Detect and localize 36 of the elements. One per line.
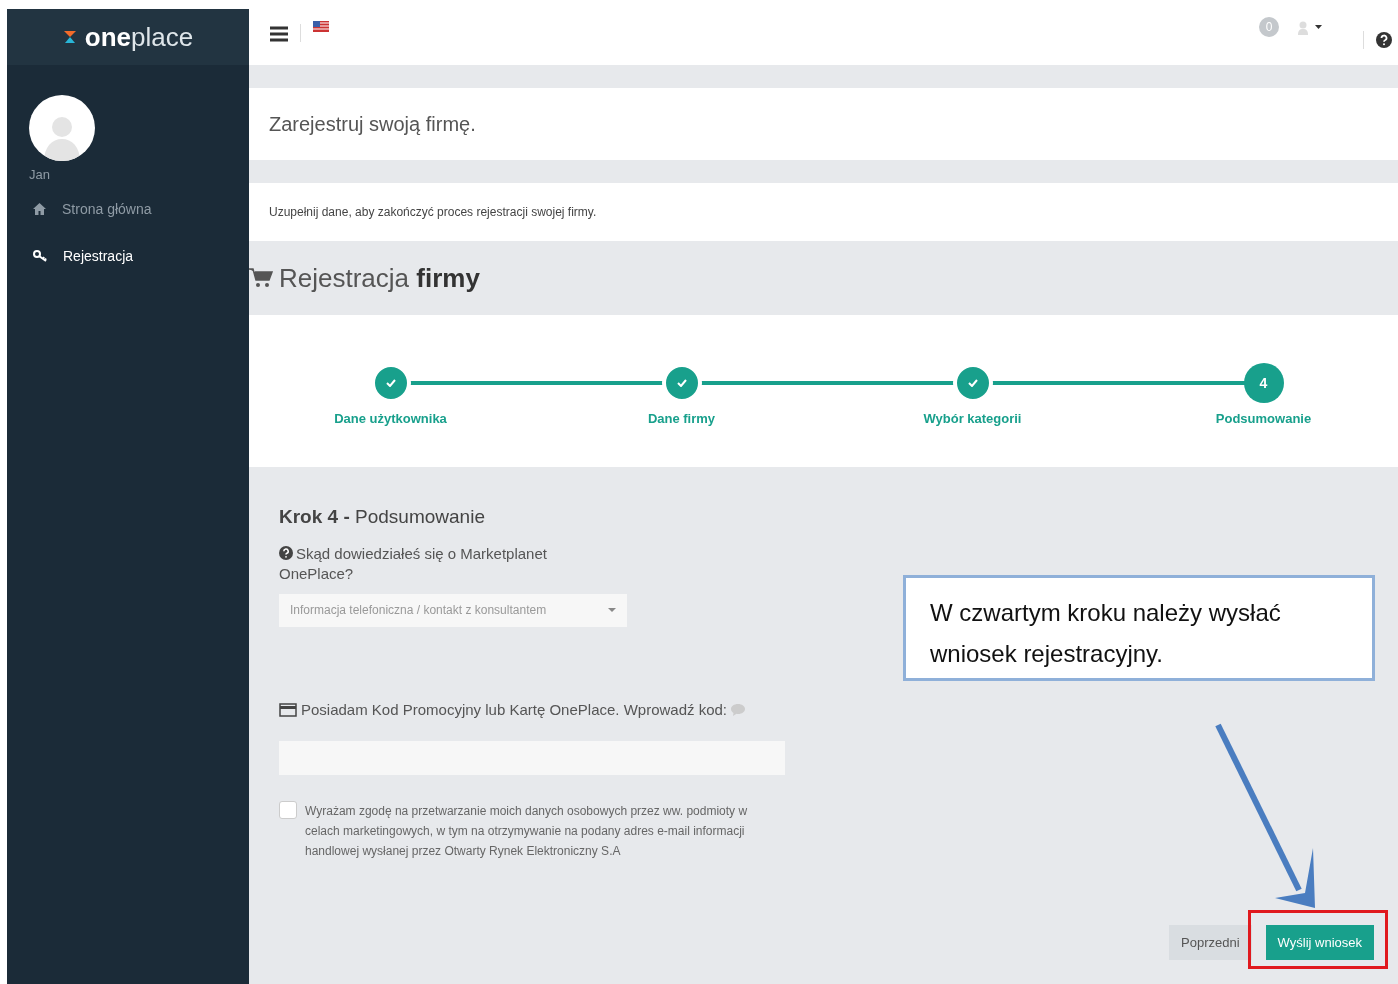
user-name: Jan bbox=[29, 166, 51, 184]
step-label: Dane firmy bbox=[647, 410, 716, 428]
help-icon[interactable] bbox=[1376, 31, 1392, 48]
key-icon bbox=[33, 250, 47, 262]
source-select[interactable]: Informacja telefoniczna / kontakt z konsultantem bbox=[279, 593, 627, 627]
flag-icon[interactable] bbox=[313, 21, 329, 32]
page-title: Zarejestruj swoją firmę. bbox=[269, 112, 476, 137]
logo: oneplace bbox=[84, 24, 194, 50]
user-icon[interactable] bbox=[1297, 20, 1323, 35]
card-icon bbox=[279, 702, 297, 717]
home-icon bbox=[33, 203, 46, 215]
help-icon bbox=[279, 546, 293, 561]
callout-text: W czwartym kroku należy wysłać wniosek rejestracyjny. bbox=[930, 598, 1282, 669]
check-icon bbox=[967, 379, 978, 387]
step-label: Wybór kategorii bbox=[923, 410, 1022, 428]
consent-checkbox[interactable] bbox=[279, 801, 297, 819]
caret-icon bbox=[608, 608, 616, 612]
field-label: Skąd dowiedziałeś się o Marketplanet OnePlace? bbox=[279, 543, 548, 584]
submit-button[interactable]: Wyślij wniosek bbox=[1265, 925, 1374, 960]
check-icon bbox=[676, 379, 687, 387]
step-label: Dane użytkownika bbox=[334, 410, 447, 428]
sidebar-item[interactable]: Rejestracja bbox=[33, 245, 249, 267]
step-label: Podsumowanie bbox=[1215, 410, 1312, 428]
comment-icon bbox=[731, 703, 746, 716]
step-indicator: 4 bbox=[1243, 363, 1284, 403]
section-title: Rejestracja firmy bbox=[279, 261, 480, 295]
consent-text: Wyrażam zgodę na przetwarzanie moich danych osobowych przez ww. podmioty w celach marketingowych, w tym na otrzymywanie na podany adres e-mail informacji handlowej wysłanej przez Otwarty Rynek Elektroniczny S.A bbox=[305, 803, 749, 860]
previous-button[interactable]: Poprzedni bbox=[1169, 925, 1252, 960]
logo-icon bbox=[62, 30, 77, 44]
cart-icon bbox=[249, 268, 273, 288]
step-heading: Krok 4 - Podsumowanie bbox=[279, 505, 486, 529]
sidebar-item[interactable]: Strona główna bbox=[33, 198, 249, 220]
field-label: Posiadam Kod Promocyjny lub Kartę OnePlace. Wprowadź kod: bbox=[301, 699, 728, 720]
intro-text: Uzupełnij dane, aby zakończyć proces rejestracji swojej firmy. bbox=[269, 204, 597, 221]
check-icon bbox=[385, 379, 396, 387]
menu-icon[interactable] bbox=[270, 26, 288, 42]
